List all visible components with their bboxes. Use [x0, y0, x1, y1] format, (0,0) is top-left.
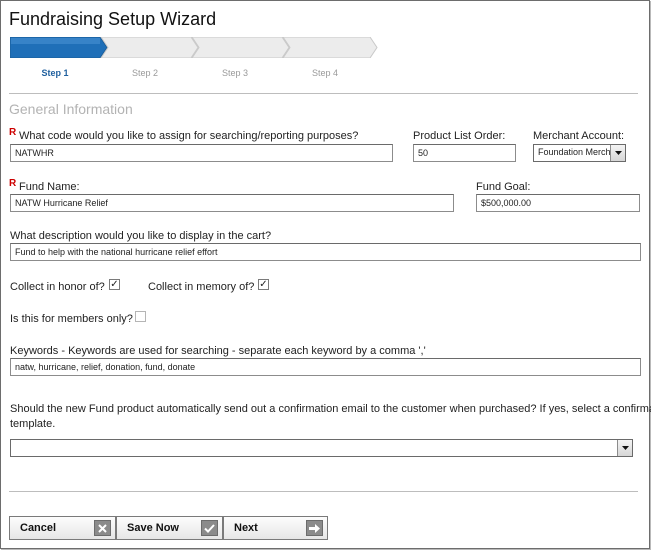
next-button-label: Next [234, 522, 258, 534]
email-template-select[interactable] [10, 439, 633, 457]
wizard-window [0, 0, 650, 549]
divider [9, 93, 638, 94]
cancel-button-label: Cancel [20, 522, 57, 534]
cancel-button[interactable]: Cancel [9, 516, 116, 540]
step-2-segment [100, 37, 199, 58]
required-mark: R [9, 127, 17, 138]
close-icon [94, 520, 111, 536]
memory-label: Collect in memory of? [148, 281, 255, 293]
step-3-label[interactable]: Step 3 [205, 68, 265, 78]
email-template-label-cont: template. [10, 418, 56, 430]
merchant-account-label: Merchant Account: [533, 130, 625, 142]
honor-label: Collect in honor of? [10, 281, 105, 293]
fund-name-input[interactable]: NATW Hurricane Relief [10, 194, 454, 212]
fund-goal-input[interactable]: $500,000.00 [476, 194, 640, 212]
description-input[interactable]: Fund to help with the national hurricane… [10, 243, 641, 261]
step-1-label[interactable]: Step 1 [25, 68, 85, 78]
members-only-label: Is this for members only? [10, 313, 133, 325]
merchant-account-select[interactable]: Foundation Merch [533, 144, 626, 162]
step-4-label[interactable]: Step 4 [295, 68, 355, 78]
required-mark: R [9, 178, 17, 189]
save-now-button[interactable]: Save Now [116, 516, 223, 540]
email-template-label: Should the new Fund product automaticall… [10, 403, 651, 415]
keywords-input[interactable]: natw, hurricane, relief, donation, fund,… [10, 358, 641, 376]
code-input[interactable]: NATWHR [10, 144, 393, 162]
merchant-account-value: Foundation Merch [538, 147, 611, 157]
step-2-label[interactable]: Step 2 [115, 68, 175, 78]
list-order-input[interactable]: 50 [413, 144, 516, 162]
save-now-button-label: Save Now [127, 522, 179, 534]
wizard-progress-bar [10, 37, 378, 58]
memory-checkbox[interactable]: ✓ [258, 279, 269, 290]
step-4-segment [282, 37, 378, 58]
divider [9, 491, 638, 492]
arrow-right-icon [306, 520, 323, 536]
chevron-down-icon[interactable] [617, 440, 632, 456]
checkmark-icon [201, 520, 218, 536]
fund-name-label: Fund Name: [19, 181, 80, 193]
members-only-checkbox[interactable] [135, 311, 146, 322]
section-title: General Information [9, 101, 133, 117]
next-button[interactable]: Next [223, 516, 328, 540]
fund-goal-label: Fund Goal: [476, 181, 531, 193]
keywords-label: Keywords - Keywords are used for searchi… [10, 345, 426, 357]
honor-checkbox[interactable]: ✓ [109, 279, 120, 290]
step-3-segment [191, 37, 290, 58]
list-order-label: Product List Order: [413, 130, 506, 142]
chevron-down-icon[interactable] [610, 145, 625, 161]
code-label: What code would you like to assign for s… [19, 130, 359, 142]
description-label: What description would you like to displ… [10, 230, 272, 242]
page-title: Fundraising Setup Wizard [9, 9, 217, 29]
